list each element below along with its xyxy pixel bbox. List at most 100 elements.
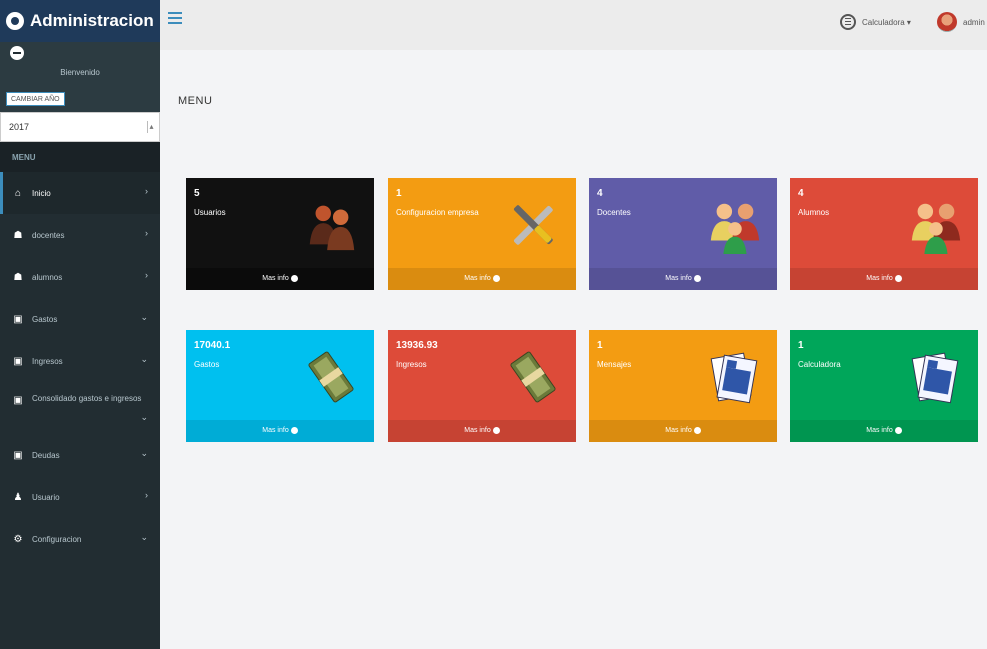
chevron-down-icon: ⌄: [140, 448, 148, 458]
user-panel: Bienvenido CAMBIAR AÑO: [0, 42, 160, 112]
money-stack-icon: [308, 351, 354, 403]
arrow-circle-right-icon: [894, 274, 902, 282]
arrow-circle-right-icon: [693, 274, 701, 282]
year-value: 2017: [9, 122, 30, 132]
box-label: Alumnos: [798, 208, 830, 217]
arrow-circle-right-icon: [894, 426, 902, 434]
more-info-label: Mas info: [262, 275, 289, 282]
sidebar-item-gastos[interactable]: ▣ Gastos ⌄: [0, 298, 160, 340]
user-avatar-icon: [10, 46, 24, 60]
sidebar-item-label: docentes: [32, 230, 65, 240]
more-info-label: Mas info: [866, 275, 893, 282]
more-info-link[interactable]: Mas info: [589, 420, 777, 442]
calculator-dropdown[interactable]: Calculadora ▾: [840, 14, 911, 30]
box-label: Usuarios: [194, 208, 226, 217]
arrow-circle-right-icon: [693, 426, 701, 434]
sidebar-item-label: Inicio: [32, 188, 51, 198]
more-info-label: Mas info: [262, 427, 289, 434]
box-label: Gastos: [194, 360, 220, 369]
money-icon: ▣: [13, 355, 23, 367]
box-label: Mensajes: [597, 360, 632, 369]
more-info-link[interactable]: Mas info: [388, 268, 576, 290]
more-info-link[interactable]: Mas info: [589, 268, 777, 290]
arrow-circle-right-icon: [492, 426, 500, 434]
tools-icon: [513, 205, 553, 245]
people-icon: [911, 203, 961, 254]
arrow-circle-right-icon: [290, 274, 298, 282]
info-box-alumnos: 4 Alumnos Mas info: [790, 178, 978, 290]
box-label: Calculadora: [798, 360, 841, 369]
more-info-link[interactable]: Mas info: [186, 268, 374, 290]
chevron-right-icon: ›: [145, 228, 148, 238]
sidebar-item-consolidado[interactable]: ▣ Consolidado gastos e ingresos ⌄: [0, 382, 160, 434]
box-number: 4: [798, 188, 804, 199]
top-navbar: Calculadora ▾ admin: [160, 0, 987, 50]
people-icon: [710, 203, 760, 254]
welcome-text: Bienvenido: [60, 68, 100, 77]
more-info-label: Mas info: [464, 275, 491, 282]
menu-toggle-icon[interactable]: [168, 12, 182, 26]
sidebar-item-label: alumnos: [32, 272, 63, 282]
chevron-down-icon: ⌄: [140, 532, 148, 542]
user-avatar-icon: [937, 12, 957, 32]
arrow-circle-right-icon: [290, 426, 298, 434]
box-number: 1: [396, 188, 402, 199]
box-number: 17040.1: [194, 340, 231, 351]
info-box-ingresos: 13936.93 Ingresos Mas info: [388, 330, 576, 442]
sidebar-item-alumnos[interactable]: ☗ alumnos ›: [0, 256, 160, 298]
info-box-gastos: 17040.1 Gastos Mas info: [186, 330, 374, 442]
sidebar: Administracion Bienvenido CAMBIAR AÑO 20…: [0, 0, 160, 649]
people-icon: [309, 205, 355, 251]
sidebar-item-label: Ingresos: [32, 356, 63, 366]
more-info-label: Mas info: [464, 427, 491, 434]
sidebar-item-label: Consolidado gastos e ingresos: [32, 394, 142, 403]
user-menu[interactable]: admin: [937, 12, 985, 32]
sidebar-item-deudas[interactable]: ▣ Deudas ⌄: [0, 434, 160, 476]
sidebar-item-label: Gastos: [32, 314, 58, 324]
chevron-right-icon: ›: [145, 270, 148, 280]
chevron-right-icon: ›: [145, 186, 148, 196]
sidebar-item-ingresos[interactable]: ▣ Ingresos ⌄: [0, 340, 160, 382]
sidebar-item-label: Deudas: [32, 450, 60, 460]
more-info-link[interactable]: Mas info: [790, 420, 978, 442]
info-box-docentes: 4 Docentes Mas info: [589, 178, 777, 290]
sidebar-item-configuracion[interactable]: ⚙ Configuracion ⌄: [0, 518, 160, 560]
more-info-label: Mas info: [665, 275, 692, 282]
calculator-icon: [840, 14, 856, 30]
document-icon: [911, 352, 959, 404]
dashboard-icon: ⌂: [14, 187, 22, 199]
arrow-circle-right-icon: [492, 274, 500, 282]
more-info-link[interactable]: Mas info: [790, 268, 978, 290]
sidebar-item-usuario[interactable]: ♟ Usuario ›: [0, 476, 160, 518]
brand[interactable]: Administracion: [0, 0, 160, 42]
sidebar-item-label: Usuario: [32, 492, 60, 502]
menu-header: MENU: [0, 142, 160, 172]
sidebar-item-inicio[interactable]: ⌂ Inicio ›: [0, 172, 160, 214]
sidebar-item-label: Configuracion: [32, 534, 82, 544]
box-label: Configuracion empresa: [396, 208, 479, 217]
chevron-down-icon: ⌄: [140, 354, 148, 364]
info-box-mensajes: 1 Mensajes Mas info: [589, 330, 777, 442]
sidebar-item-docentes[interactable]: ☗ docentes ›: [0, 214, 160, 256]
money-icon: ▣: [13, 394, 23, 406]
year-select[interactable]: 2017 ▴: [0, 112, 160, 142]
chevron-down-icon: ⌄: [140, 412, 148, 422]
money-icon: ▣: [13, 313, 23, 325]
info-box-usuarios: 5 Usuarios Mas info: [186, 178, 374, 290]
page-title: MENU: [178, 95, 213, 107]
money-icon: ▣: [13, 449, 23, 461]
info-box-configuracion-empresa: 1 Configuracion empresa Mas info: [388, 178, 576, 290]
box-label: Ingresos: [396, 360, 427, 369]
more-info-link[interactable]: Mas info: [388, 420, 576, 442]
document-icon: [710, 352, 758, 404]
users-icon: ☗: [13, 229, 23, 241]
chevron-down-icon: ⌄: [140, 312, 148, 322]
box-number: 13936.93: [396, 340, 438, 351]
more-info-link[interactable]: Mas info: [186, 420, 374, 442]
money-stack-icon: [510, 351, 556, 403]
box-number: 1: [798, 340, 804, 351]
change-year-button[interactable]: CAMBIAR AÑO: [6, 92, 65, 106]
users-icon: ☗: [13, 271, 23, 283]
app-title: Administracion: [30, 11, 154, 30]
gear-icon: ⚙: [13, 533, 23, 545]
